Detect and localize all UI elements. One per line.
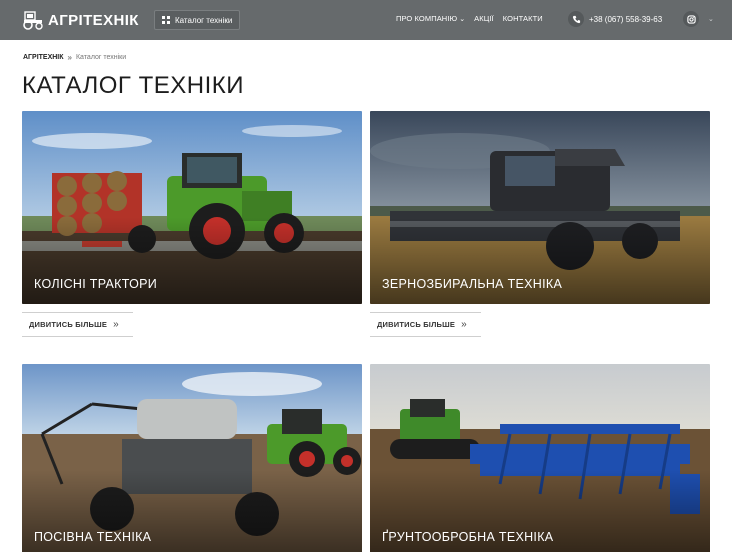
see-more-button-wheel-tractors[interactable]: ДИВИТИСЬ БІЛЬШЕ » <box>22 312 133 337</box>
breadcrumb-separator: » <box>67 53 72 62</box>
tractor-logo-icon <box>23 11 43 30</box>
phone-icon <box>568 11 584 27</box>
wheel-tractor-image <box>22 111 362 304</box>
social-menu[interactable]: ⌄ <box>683 11 714 27</box>
catalog-button[interactable]: Каталог техніки <box>154 10 241 30</box>
phone-number: +38 (067) 558-39-63 <box>589 14 663 24</box>
see-more-label: ДИВИТИСЬ БІЛЬШЕ <box>29 320 108 329</box>
phone-link[interactable]: +38 (067) 558-39-63 <box>568 11 662 27</box>
card-title: КОЛІСНІ ТРАКТОРИ <box>34 277 158 291</box>
nav-item-contacts[interactable]: КОНТАКТИ <box>503 14 543 23</box>
double-chevron-right-icon: » <box>461 319 467 330</box>
see-more-button-combines[interactable]: ДИВИТИСЬ БІЛЬШЕ » <box>370 312 481 337</box>
nav-item-about[interactable]: ПРО КОМПАНІЮ ⌄ <box>396 14 465 23</box>
card-title: ҐРУНТООБРОБНА ТЕХНІКА <box>382 530 554 544</box>
catalog-button-label: Каталог техніки <box>175 15 233 25</box>
category-card-combines[interactable]: ЗЕРНОЗБИРАЛЬНА ТЕХНІКА <box>370 111 710 304</box>
combine-harvester-image <box>370 111 710 304</box>
breadcrumb: АГРІТЕХНІК » Каталог техніки <box>23 53 126 62</box>
category-card-wheel-tractors[interactable]: КОЛІСНІ ТРАКТОРИ <box>22 111 362 304</box>
category-card-seeding[interactable]: ПОСІВНА ТЕХНІКА <box>22 364 362 552</box>
chevron-down-icon: ⌄ <box>459 16 466 23</box>
instagram-icon <box>683 11 699 27</box>
site-logo[interactable]: АГРІТЕХНІК <box>22 9 139 31</box>
grid-icon <box>162 16 170 24</box>
breadcrumb-current: Каталог техніки <box>75 54 127 61</box>
seeding-equipment-image <box>22 364 362 552</box>
site-header: АГРІТЕХНІК Каталог техніки ПРО КОМПАНІЮ ⌄… <box>0 0 732 40</box>
card-title: ЗЕРНОЗБИРАЛЬНА ТЕХНІКА <box>382 277 563 291</box>
chevron-down-icon: ⌄ <box>708 16 714 23</box>
double-chevron-right-icon: » <box>113 319 119 330</box>
logo-text: АГРІТЕХНІК <box>48 11 139 29</box>
nav-item-promotions[interactable]: АКЦІЇ <box>474 14 494 23</box>
page-title: КАТАЛОГ ТЕХНІКИ <box>22 72 244 99</box>
card-title: ПОСІВНА ТЕХНІКА <box>34 530 152 544</box>
tillage-equipment-image <box>370 364 710 552</box>
category-card-tillage[interactable]: ҐРУНТООБРОБНА ТЕХНІКА <box>370 364 710 552</box>
breadcrumb-home[interactable]: АГРІТЕХНІК <box>23 54 64 61</box>
main-nav: ПРО КОМПАНІЮ ⌄ АКЦІЇ КОНТАКТИ <box>396 14 543 23</box>
nav-item-about-label: ПРО КОМПАНІЮ <box>396 14 458 23</box>
see-more-label: ДИВИТИСЬ БІЛЬШЕ <box>377 320 456 329</box>
